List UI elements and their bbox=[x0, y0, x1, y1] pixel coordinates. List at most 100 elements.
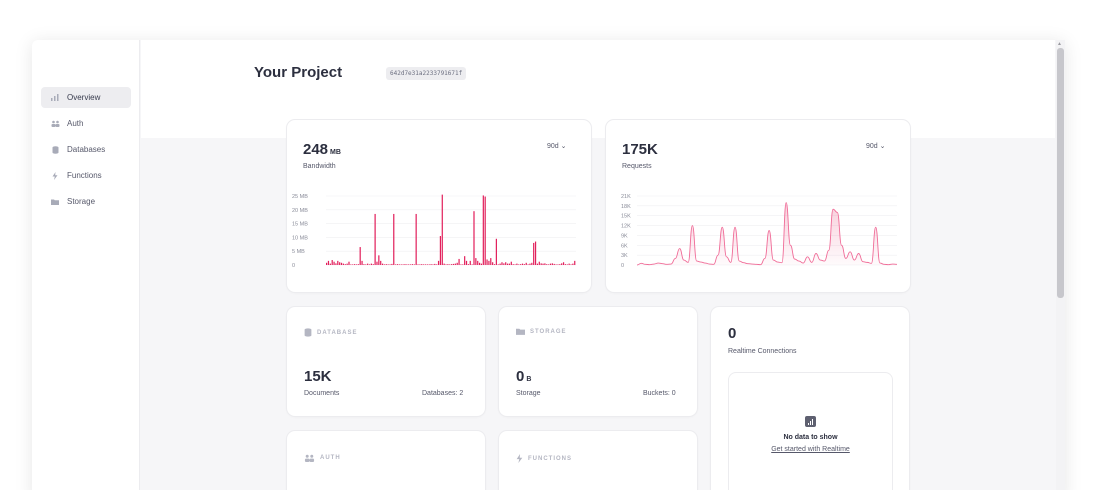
bandwidth-bar bbox=[430, 264, 432, 265]
bandwidth-bar bbox=[505, 262, 507, 265]
bandwidth-bar bbox=[467, 264, 470, 265]
bandwidth-bar bbox=[488, 260, 490, 265]
sidebar-item-label: Storage bbox=[67, 197, 96, 206]
bandwidth-bar bbox=[329, 263, 331, 265]
bandwidth-bar bbox=[486, 259, 488, 265]
bandwidth-bar bbox=[475, 258, 477, 265]
bandwidth-bar bbox=[337, 260, 339, 265]
project-id-badge[interactable]: 642d7e31a2233791671f bbox=[386, 67, 467, 80]
bandwidth-bar bbox=[393, 213, 395, 265]
bandwidth-bar bbox=[510, 261, 512, 265]
bandwidth-bar bbox=[464, 256, 466, 265]
sidebar-nav: Overview Auth Databases Functions Storag… bbox=[41, 87, 131, 217]
bandwidth-bar bbox=[372, 264, 374, 265]
bandwidth-bar bbox=[437, 260, 440, 265]
bandwidth-bar bbox=[518, 264, 520, 265]
bandwidth-bar bbox=[346, 263, 348, 265]
scroll-up-icon[interactable]: ▲ bbox=[1057, 41, 1062, 47]
bandwidth-bar bbox=[380, 260, 382, 265]
bandwidth-bar bbox=[484, 196, 486, 265]
bandwidth-bar bbox=[376, 261, 378, 265]
bandwidth-bar bbox=[548, 264, 550, 265]
realtime-connections-label: Realtime Connections bbox=[728, 348, 797, 355]
bandwidth-bar bbox=[327, 260, 330, 265]
requests-y-tick: 15K bbox=[621, 214, 631, 220]
bandwidth-bar bbox=[355, 264, 358, 265]
bandwidth-bar bbox=[339, 262, 341, 265]
bandwidth-bar bbox=[566, 264, 568, 265]
bandwidth-bar bbox=[572, 263, 574, 265]
bandwidth-bar bbox=[396, 264, 399, 265]
bandwidth-bar bbox=[411, 264, 414, 265]
users-icon bbox=[48, 120, 62, 127]
bandwidth-number: 248 bbox=[303, 141, 329, 158]
bandwidth-bar bbox=[501, 262, 503, 265]
sidebar-item-storage[interactable]: Storage bbox=[41, 191, 131, 212]
header-band bbox=[141, 40, 1055, 138]
bandwidth-bar bbox=[499, 263, 501, 265]
bandwidth-bar bbox=[426, 264, 428, 265]
realtime-connections-count: 0 bbox=[728, 325, 737, 342]
bandwidth-bar bbox=[408, 264, 410, 265]
bandwidth-bar bbox=[516, 263, 518, 265]
bandwidth-bar bbox=[381, 263, 384, 265]
bandwidth-bar bbox=[555, 264, 557, 265]
bandwidth-bar bbox=[368, 264, 371, 265]
bandwidth-bar bbox=[454, 263, 456, 265]
bandwidth-bar bbox=[434, 263, 436, 265]
bandwidth-bar bbox=[443, 263, 445, 265]
bandwidth-bar bbox=[439, 236, 442, 265]
bandwidth-chart: 25 MB 20 MB 15 MB 10 MB 5 MB 0 bbox=[292, 194, 576, 269]
sidebar-item-functions[interactable]: Functions bbox=[41, 165, 131, 186]
bandwidth-bar bbox=[523, 264, 525, 265]
sidebar-item-databases[interactable]: Databases bbox=[41, 139, 131, 160]
requests-range-select[interactable]: 90d ⌄ bbox=[866, 142, 886, 150]
bandwidth-bar bbox=[404, 264, 406, 265]
bandwidth-range-select[interactable]: 90d ⌄ bbox=[547, 142, 567, 150]
bandwidth-bar bbox=[477, 260, 479, 265]
bandwidth-range-label: 90d bbox=[547, 143, 559, 150]
bandwidth-bar bbox=[378, 255, 380, 265]
bandwidth-bar bbox=[482, 195, 484, 265]
bandwidth-bar bbox=[533, 242, 535, 265]
bandwidth-bar bbox=[521, 263, 524, 265]
bandwidth-bar bbox=[514, 264, 516, 265]
bandwidth-bar bbox=[363, 264, 365, 265]
bandwidth-y-tick: 20 MB bbox=[292, 208, 308, 214]
bandwidth-bar bbox=[492, 262, 494, 265]
storage-unit: B bbox=[526, 376, 532, 383]
bandwidth-bar bbox=[471, 264, 473, 265]
bandwidth-bar bbox=[335, 263, 337, 265]
sidebar-item-auth[interactable]: Auth bbox=[41, 113, 131, 134]
bandwidth-bar bbox=[478, 262, 481, 265]
requests-y-tick: 12K bbox=[621, 224, 631, 230]
requests-area bbox=[637, 202, 897, 265]
bandwidth-bar bbox=[419, 264, 421, 265]
bandwidth-bar bbox=[557, 264, 559, 265]
sidebar: Overview Auth Databases Functions Storag… bbox=[32, 40, 140, 490]
bandwidth-y-tick: 25 MB bbox=[292, 194, 308, 200]
bandwidth-bar bbox=[495, 238, 497, 265]
bandwidth-bar bbox=[525, 262, 527, 265]
bandwidth-bar bbox=[544, 263, 546, 265]
bandwidth-bar bbox=[400, 264, 402, 265]
bandwidth-bar bbox=[529, 263, 531, 265]
sidebar-item-overview[interactable]: Overview bbox=[41, 87, 131, 108]
bandwidth-bar bbox=[551, 263, 553, 265]
bandwidth-bar bbox=[531, 262, 533, 265]
storage-value: 0B bbox=[516, 368, 531, 385]
realtime-get-started-link[interactable]: Get started with Realtime bbox=[728, 446, 893, 453]
bandwidth-bar bbox=[458, 258, 460, 265]
bandwidth-value: 248 MB bbox=[303, 141, 341, 158]
bandwidth-bar bbox=[385, 264, 387, 265]
chevron-down-icon: ⌄ bbox=[879, 143, 886, 150]
bandwidth-bar bbox=[570, 264, 572, 265]
bandwidth-bar bbox=[506, 263, 509, 265]
bandwidth-bar bbox=[520, 264, 522, 265]
scrollbar-thumb[interactable] bbox=[1057, 48, 1064, 298]
bandwidth-bar bbox=[490, 258, 492, 265]
bandwidth-bar bbox=[451, 264, 453, 265]
bandwidth-bar bbox=[512, 264, 514, 265]
bandwidth-bar bbox=[493, 264, 496, 265]
storage-label: Storage bbox=[516, 390, 541, 397]
